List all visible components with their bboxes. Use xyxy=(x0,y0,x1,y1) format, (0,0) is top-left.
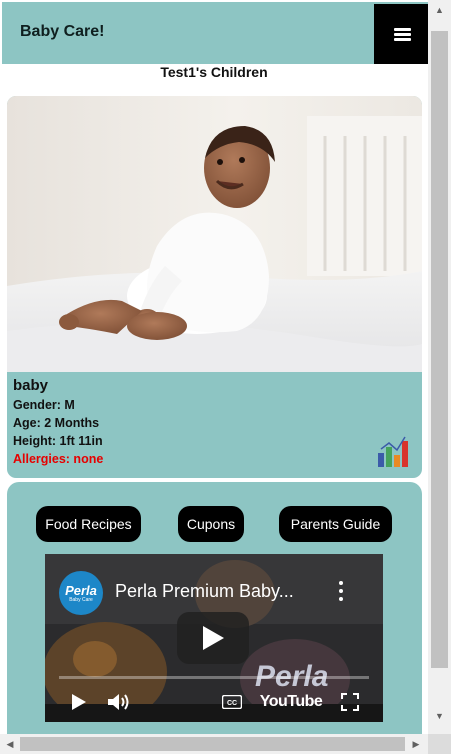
child-gender: Gender: M xyxy=(13,398,75,412)
app-header: Baby Care! xyxy=(2,2,428,64)
channel-logo-subtext: Baby Care xyxy=(69,596,93,603)
vertical-scrollbar[interactable]: ▲ ▼ xyxy=(428,0,451,734)
play-control-icon[interactable] xyxy=(69,691,89,713)
child-info: baby Gender: M Age: 2 Months Height: 1ft… xyxy=(13,377,103,468)
food-recipes-button[interactable]: Food Recipes xyxy=(36,506,141,542)
fullscreen-icon[interactable] xyxy=(339,691,361,713)
child-height: Height: 1ft 11in xyxy=(13,434,103,448)
channel-logo[interactable]: Perla Baby Care xyxy=(59,571,103,615)
hamburger-menu-icon xyxy=(393,27,411,41)
scroll-right-icon[interactable]: ▶ xyxy=(406,734,426,754)
play-icon[interactable] xyxy=(177,612,249,664)
more-options-icon[interactable] xyxy=(338,581,344,601)
vertical-scroll-thumb[interactable] xyxy=(431,31,448,668)
child-allergies: Allergies: none xyxy=(13,452,104,466)
scroll-down-icon[interactable]: ▼ xyxy=(428,706,451,726)
child-photo xyxy=(7,96,422,372)
app-viewport: Baby Care! Test1's Children baby Gender:… xyxy=(0,0,428,734)
child-name: baby xyxy=(13,377,49,394)
brand-title[interactable]: Baby Care! xyxy=(20,23,104,41)
horizontal-scrollbar[interactable]: ◀ ▶ xyxy=(0,734,428,754)
child-card[interactable]: baby Gender: M Age: 2 Months Height: 1ft… xyxy=(7,96,422,478)
page-title: Test1's Children xyxy=(160,64,268,80)
bar-chart-icon[interactable] xyxy=(376,433,410,467)
scroll-left-icon[interactable]: ◀ xyxy=(0,734,20,754)
scroll-up-icon[interactable]: ▲ xyxy=(428,0,451,20)
video-title[interactable]: Perla Premium Baby... xyxy=(115,581,294,602)
cupons-button[interactable]: Cupons xyxy=(178,506,244,542)
resources-panel: Food Recipes Cupons Parents Guide Perla … xyxy=(7,482,422,734)
video-progress-bar[interactable] xyxy=(59,676,369,679)
video-player[interactable]: Perla Perla Baby Care Perla Premium Baby… xyxy=(45,554,383,722)
volume-icon[interactable] xyxy=(107,691,131,713)
child-age: Age: 2 Months xyxy=(13,416,100,430)
parents-guide-button[interactable]: Parents Guide xyxy=(279,506,392,542)
svg-text:CC: CC xyxy=(227,700,237,707)
captions-icon[interactable]: CC xyxy=(221,691,243,713)
menu-button[interactable] xyxy=(374,4,428,64)
channel-logo-text: Perla xyxy=(65,582,97,598)
scrollbar-corner xyxy=(428,734,451,754)
youtube-logo-icon[interactable]: YouTube xyxy=(260,691,323,713)
horizontal-scroll-thumb[interactable] xyxy=(20,737,405,751)
